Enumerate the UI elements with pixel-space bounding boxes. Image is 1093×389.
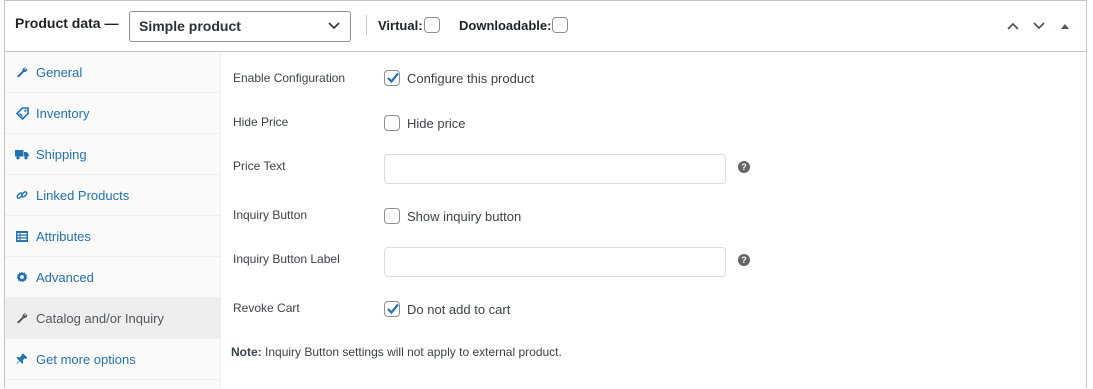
enable-configuration-checkbox[interactable] <box>384 70 400 86</box>
list-icon <box>15 229 29 243</box>
inquiry-button-option: Show inquiry button <box>407 208 522 224</box>
downloadable-option[interactable]: Downloadable: <box>459 17 569 33</box>
inquiry-button-label-input[interactable] <box>384 247 726 277</box>
checkmark-icon <box>387 72 399 84</box>
enable-configuration-field[interactable]: Configure this product <box>384 70 534 86</box>
revoke-cart-checkbox[interactable] <box>384 301 400 317</box>
tab-label: Shipping <box>36 146 87 162</box>
inquiry-button-label-label: Inquiry Button Label <box>233 252 340 266</box>
tab-label: Linked Products <box>36 187 130 203</box>
hide-price-label: Hide Price <box>233 115 289 129</box>
product-data-panel: Product data — Simple product Virtual: D… <box>4 0 1088 389</box>
tab-general[interactable]: General <box>5 52 221 93</box>
tab-label: Catalog and/or Inquiry <box>36 310 164 326</box>
revoke-cart-label: Revoke Cart <box>233 301 300 315</box>
inquiry-note: Note: Inquiry Button settings will not a… <box>231 345 562 359</box>
tab-linked-products[interactable]: Linked Products <box>5 175 221 216</box>
downloadable-label: Downloadable: <box>459 17 552 33</box>
inquiry-button-checkbox[interactable] <box>384 208 400 224</box>
chevron-down-icon <box>1033 22 1045 30</box>
panel-header: Product data — Simple product Virtual: D… <box>5 1 1086 52</box>
tab-label: Advanced <box>36 269 94 285</box>
plugin-icon <box>15 352 29 366</box>
wrench-icon <box>15 65 29 79</box>
hide-price-checkbox[interactable] <box>384 115 400 131</box>
tab-get-more-options[interactable]: Get more options <box>5 339 221 380</box>
product-type-select[interactable]: Simple product <box>129 11 351 42</box>
chevron-up-icon <box>1007 22 1019 30</box>
help-tip-icon[interactable]: ? <box>738 254 750 266</box>
link-icon <box>15 188 29 202</box>
chevron-down-icon <box>328 22 340 30</box>
help-tip-icon[interactable]: ? <box>738 161 750 173</box>
inquiry-button-field[interactable]: Show inquiry button <box>384 208 521 224</box>
tab-advanced[interactable]: Advanced <box>5 257 221 298</box>
tab-catalog-inquiry[interactable]: Catalog and/or Inquiry <box>5 298 221 339</box>
hide-price-option: Hide price <box>407 115 466 131</box>
virtual-checkbox[interactable] <box>423 17 440 33</box>
checkmark-icon <box>387 303 399 315</box>
virtual-option[interactable]: Virtual: <box>378 17 440 33</box>
toggle-panel-button[interactable] <box>1052 15 1078 37</box>
enable-configuration-option: Configure this product <box>407 70 535 86</box>
catalog-inquiry-options: Enable Configuration Configure this prod… <box>222 52 1088 389</box>
product-type-value: Simple product <box>139 18 241 34</box>
tab-label: Attributes <box>36 228 91 244</box>
tag-icon <box>15 106 29 120</box>
wrench-icon <box>15 311 29 325</box>
price-text-input[interactable] <box>384 154 726 184</box>
move-up-button[interactable] <box>1000 15 1026 37</box>
move-down-button[interactable] <box>1026 15 1052 37</box>
panel-handle-actions <box>1000 15 1078 37</box>
caret-up-icon <box>1061 24 1069 29</box>
tab-label: Get more options <box>36 351 136 367</box>
price-text-label: Price Text <box>233 159 286 173</box>
revoke-cart-field[interactable]: Do not add to cart <box>384 301 510 317</box>
note-prefix: Note: <box>231 345 262 359</box>
gear-icon <box>15 270 29 284</box>
hide-price-field[interactable]: Hide price <box>384 115 466 131</box>
tab-inventory[interactable]: Inventory <box>5 93 221 134</box>
tab-shipping[interactable]: Shipping <box>5 134 221 175</box>
inquiry-button-label: Inquiry Button <box>233 208 308 222</box>
note-text: Inquiry Button settings will not apply t… <box>261 345 562 359</box>
revoke-cart-option: Do not add to cart <box>407 301 511 317</box>
virtual-label: Virtual: <box>378 17 423 33</box>
tab-attributes[interactable]: Attributes <box>5 216 221 257</box>
downloadable-checkbox[interactable] <box>552 17 569 33</box>
tab-label: General <box>36 64 83 80</box>
enable-configuration-label: Enable Configuration <box>233 71 346 85</box>
product-data-tabs: General Inventory Shipping Linked Produc… <box>5 52 221 389</box>
panel-title: Product data — <box>15 15 119 31</box>
tab-label: Inventory <box>36 105 90 121</box>
header-divider <box>366 15 367 35</box>
truck-icon <box>15 147 29 161</box>
